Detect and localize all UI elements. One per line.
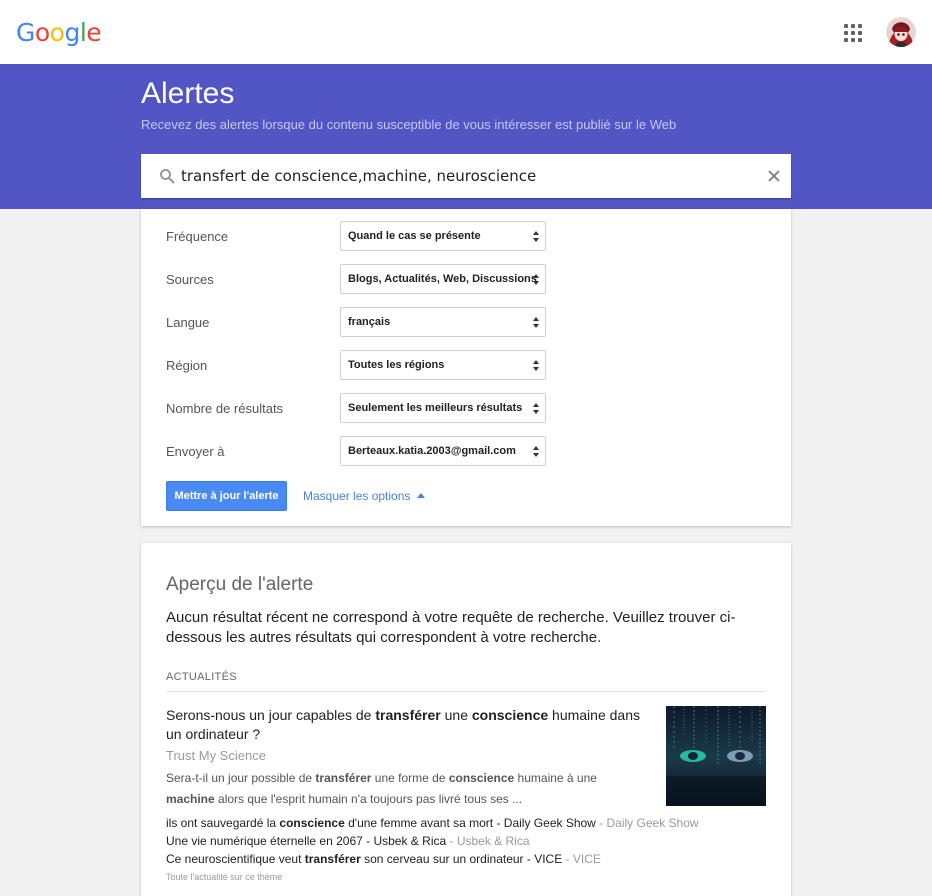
region-label: Région: [166, 358, 208, 373]
search-icon: [160, 169, 175, 184]
top-bar: Google: [0, 0, 932, 64]
select-arrows-icon: [533, 403, 540, 415]
select-arrows-icon: [533, 274, 540, 286]
apps-grid-icon[interactable]: [844, 24, 862, 42]
frequency-label: Fréquence: [166, 229, 229, 244]
frequency-select[interactable]: Quand le cas se présente: [340, 221, 546, 251]
more-text: ils ont sauvegardé la: [166, 816, 280, 830]
alert-query-input[interactable]: [181, 154, 761, 198]
sources-select[interactable]: Blogs, Actualités, Web, Discussions: [340, 264, 546, 294]
more-article-link[interactable]: Ce neuroscientifique veut transférer son…: [166, 852, 601, 866]
close-icon[interactable]: [766, 168, 782, 184]
more-source: - Usbek & Rica: [446, 834, 530, 848]
title-text: une: [440, 707, 472, 723]
sources-label: Sources: [166, 272, 214, 287]
page-title: Alertes: [141, 77, 235, 110]
results-count-label: Nombre de résultats: [166, 401, 284, 416]
language-select[interactable]: français: [340, 307, 546, 337]
snippet-highlight: machine: [166, 792, 215, 806]
more-source: - Daily Geek Show: [595, 816, 699, 830]
select-arrows-icon: [533, 446, 540, 458]
alert-preview-card: Aperçu de l'alerte Aucun résultat récent…: [141, 543, 791, 896]
frequency-value: Quand le cas se présente: [348, 230, 481, 242]
results-count-select[interactable]: Seulement les meilleurs résultats: [340, 393, 546, 423]
more-article-link[interactable]: ils ont sauvegardé la conscience d'une f…: [166, 816, 699, 830]
hide-options-link[interactable]: Masquer les options: [303, 489, 426, 503]
region-select[interactable]: Toutes les régions: [340, 350, 546, 380]
article-snippet: Sera-t-il un jour possible de transférer…: [166, 768, 646, 810]
google-logo[interactable]: Google: [16, 18, 102, 47]
page-subtitle: Recevez des alertes lorsque du contenu s…: [141, 117, 677, 132]
logo-letter: g: [64, 18, 80, 47]
chevron-up-icon: [417, 493, 426, 498]
more-text: d'une femme avant sa mort - Daily Geek S…: [344, 816, 596, 830]
more-text: Ce neuroscientifique veut: [166, 852, 305, 866]
snippet-text: humaine à une: [514, 771, 597, 785]
more-highlight: conscience: [279, 816, 345, 830]
more-text: son cerveau sur un ordinateur - VICE: [360, 852, 563, 866]
more-source: - VICE: [562, 852, 601, 866]
snippet-text: alors que l'esprit humain n'a toujours p…: [214, 792, 523, 806]
alert-query-box: [141, 154, 791, 198]
title-text: Serons-nous un jour capables de: [166, 707, 376, 723]
preview-title: Aperçu de l'alerte: [166, 574, 314, 595]
news-section-heading: ACTUALITÉS: [166, 671, 766, 692]
region-value: Toutes les régions: [348, 359, 445, 371]
snippet-highlight: conscience: [448, 771, 515, 785]
send-to-value: Berteaux.katia.2003@gmail.com: [348, 445, 516, 457]
logo-letter: G: [16, 18, 35, 47]
article-title-link[interactable]: Serons-nous un jour capables de transfér…: [166, 706, 656, 744]
language-value: français: [348, 316, 391, 328]
snippet-highlight: transférer: [315, 771, 372, 785]
snippet-text: une forme de: [371, 771, 449, 785]
more-highlight: transférer: [304, 852, 361, 866]
no-result-message: Aucun résultat récent ne correspond à vo…: [166, 609, 736, 646]
select-arrows-icon: [533, 231, 540, 243]
article-source: Trust My Science: [166, 748, 266, 763]
user-avatar[interactable]: [886, 17, 916, 47]
snippet-text: Sera-t-il un jour possible de: [166, 771, 316, 785]
send-to-label: Envoyer à: [166, 444, 225, 459]
title-highlight: transférer: [375, 707, 441, 723]
send-to-select[interactable]: Berteaux.katia.2003@gmail.com: [340, 436, 546, 466]
title-highlight: conscience: [471, 707, 549, 723]
sources-value: Blogs, Actualités, Web, Discussions: [348, 273, 537, 285]
hide-options-label: Masquer les options: [303, 489, 411, 503]
more-text: Une vie numérique éternelle en 2067 - Us…: [166, 834, 447, 848]
all-news-link[interactable]: Toute l'actualité sur ce thème: [166, 872, 282, 882]
language-label: Langue: [166, 315, 210, 330]
update-alert-button[interactable]: Mettre à jour l'alerte: [166, 481, 287, 511]
results-count-value: Seulement les meilleurs résultats: [348, 402, 523, 414]
logo-letter: e: [86, 18, 102, 47]
logo-letter: o: [34, 18, 50, 47]
alert-options-card: Fréquence Quand le cas se présente Sourc…: [141, 209, 791, 526]
logo-letter: o: [49, 18, 65, 47]
select-arrows-icon: [533, 360, 540, 372]
select-arrows-icon: [533, 317, 540, 329]
more-article-link[interactable]: Une vie numérique éternelle en 2067 - Us…: [166, 834, 530, 848]
article-thumbnail[interactable]: [666, 706, 766, 806]
